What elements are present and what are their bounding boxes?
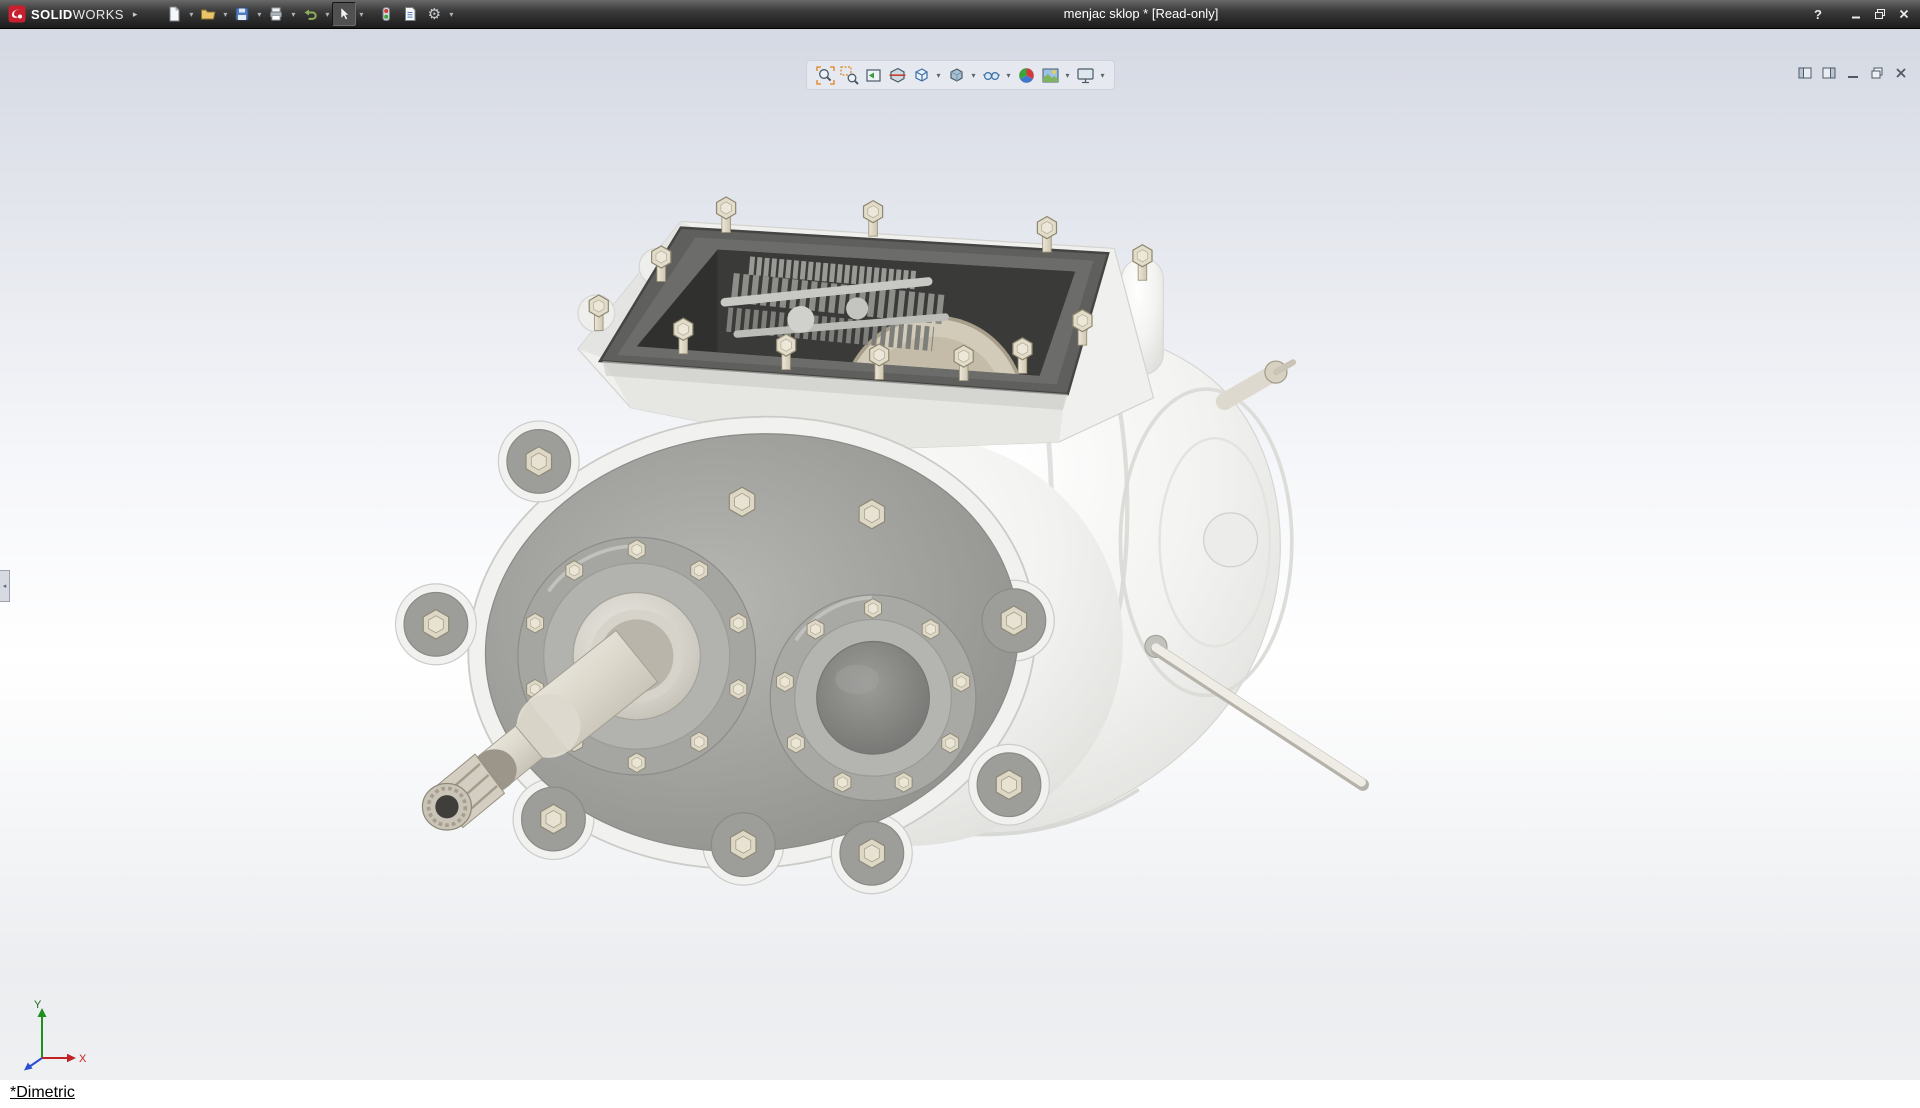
new-file-button[interactable]	[162, 2, 186, 26]
view-orientation-label: *Dimetric	[10, 1084, 75, 1102]
rear-shaft-stub	[1224, 361, 1293, 401]
options-dropdown[interactable]: ▾	[446, 10, 456, 19]
view-orientation-icon[interactable]	[910, 63, 932, 87]
triad-y-axis: Y	[34, 999, 47, 1058]
model-canvas[interactable]	[0, 28, 1920, 1108]
zoom-to-fit-icon[interactable]	[814, 63, 836, 87]
minimize-button[interactable]	[1846, 5, 1866, 23]
new-file-dropdown[interactable]: ▾	[186, 10, 196, 19]
heads-up-view-toolbar: ▾ ▾ ▾ ▾ ▾	[806, 60, 1115, 90]
svg-text:X: X	[79, 1053, 87, 1065]
svg-text:Y: Y	[34, 999, 42, 1011]
save-button[interactable]	[230, 2, 254, 26]
section-view-icon[interactable]	[886, 63, 908, 87]
save-dropdown[interactable]: ▾	[254, 10, 264, 19]
output-bearing-cover	[770, 595, 976, 801]
previous-view-icon[interactable]	[862, 63, 884, 87]
brand-wordmark: SOLIDWORKS	[31, 7, 124, 22]
apply-scene-dropdown[interactable]: ▾	[1063, 71, 1072, 80]
view-settings-dropdown[interactable]: ▾	[1098, 71, 1107, 80]
window-controls: ?	[1808, 0, 1914, 28]
help-button[interactable]: ?	[1808, 5, 1828, 23]
title-bar: SOLIDWORKS ▸ ▾ ▾ ▾ ▾ ▾ ▾ ⚙ ▾ menjac sklo…	[0, 0, 1920, 28]
display-pane-icon[interactable]	[1795, 64, 1814, 81]
file-properties-button[interactable]	[398, 2, 422, 26]
splitter-arrow-icon: ◂	[3, 583, 7, 590]
display-style-dropdown[interactable]: ▾	[969, 71, 978, 80]
select-tool-dropdown[interactable]: ▾	[356, 10, 366, 19]
panel-splitter-handle[interactable]: ◂	[0, 570, 10, 602]
zoom-to-area-icon[interactable]	[838, 63, 860, 87]
quick-access-toolbar: ▾ ▾ ▾ ▾ ▾ ▾ ⚙ ▾	[162, 2, 456, 26]
doc-restore-icon[interactable]	[1867, 64, 1886, 81]
view-settings-icon[interactable]	[1074, 63, 1096, 87]
rebuild-button[interactable]	[374, 2, 398, 26]
edit-appearance-icon[interactable]	[1015, 63, 1037, 87]
restore-button[interactable]	[1870, 5, 1890, 23]
gearbox-model	[396, 197, 1363, 896]
graphics-area[interactable]: ▾ ▾ ▾ ▾ ▾	[0, 28, 1920, 1080]
hide-show-items-dropdown[interactable]: ▾	[1004, 71, 1013, 80]
task-pane-icon[interactable]	[1819, 64, 1838, 81]
triad-z-axis	[24, 1058, 42, 1071]
doc-minimize-icon[interactable]	[1843, 64, 1862, 81]
triad-x-axis: X	[42, 1053, 87, 1065]
print-dropdown[interactable]: ▾	[288, 10, 298, 19]
solidworks-logo: SOLIDWORKS	[0, 5, 128, 23]
open-button[interactable]	[196, 2, 220, 26]
document-window-controls	[1795, 64, 1910, 81]
menu-flyout-arrow[interactable]: ▸	[128, 9, 143, 20]
options-button[interactable]: ⚙	[422, 2, 446, 26]
print-button[interactable]	[264, 2, 288, 26]
solidworks-logo-mark	[8, 5, 26, 23]
select-tool-button[interactable]	[332, 2, 356, 26]
close-button[interactable]	[1894, 5, 1914, 23]
doc-close-icon[interactable]	[1891, 64, 1910, 81]
undo-button[interactable]	[298, 2, 322, 26]
options-gear-icon: ⚙	[428, 7, 441, 22]
document-title: menjac sklop * [Read-only]	[1064, 0, 1219, 28]
view-orientation-dropdown[interactable]: ▾	[934, 71, 943, 80]
open-dropdown[interactable]: ▾	[220, 10, 230, 19]
undo-dropdown[interactable]: ▾	[322, 10, 332, 19]
apply-scene-icon[interactable]	[1039, 63, 1061, 87]
display-style-icon[interactable]	[945, 63, 967, 87]
orientation-triad[interactable]: Y X	[10, 994, 105, 1078]
hide-show-items-icon[interactable]	[980, 63, 1002, 87]
